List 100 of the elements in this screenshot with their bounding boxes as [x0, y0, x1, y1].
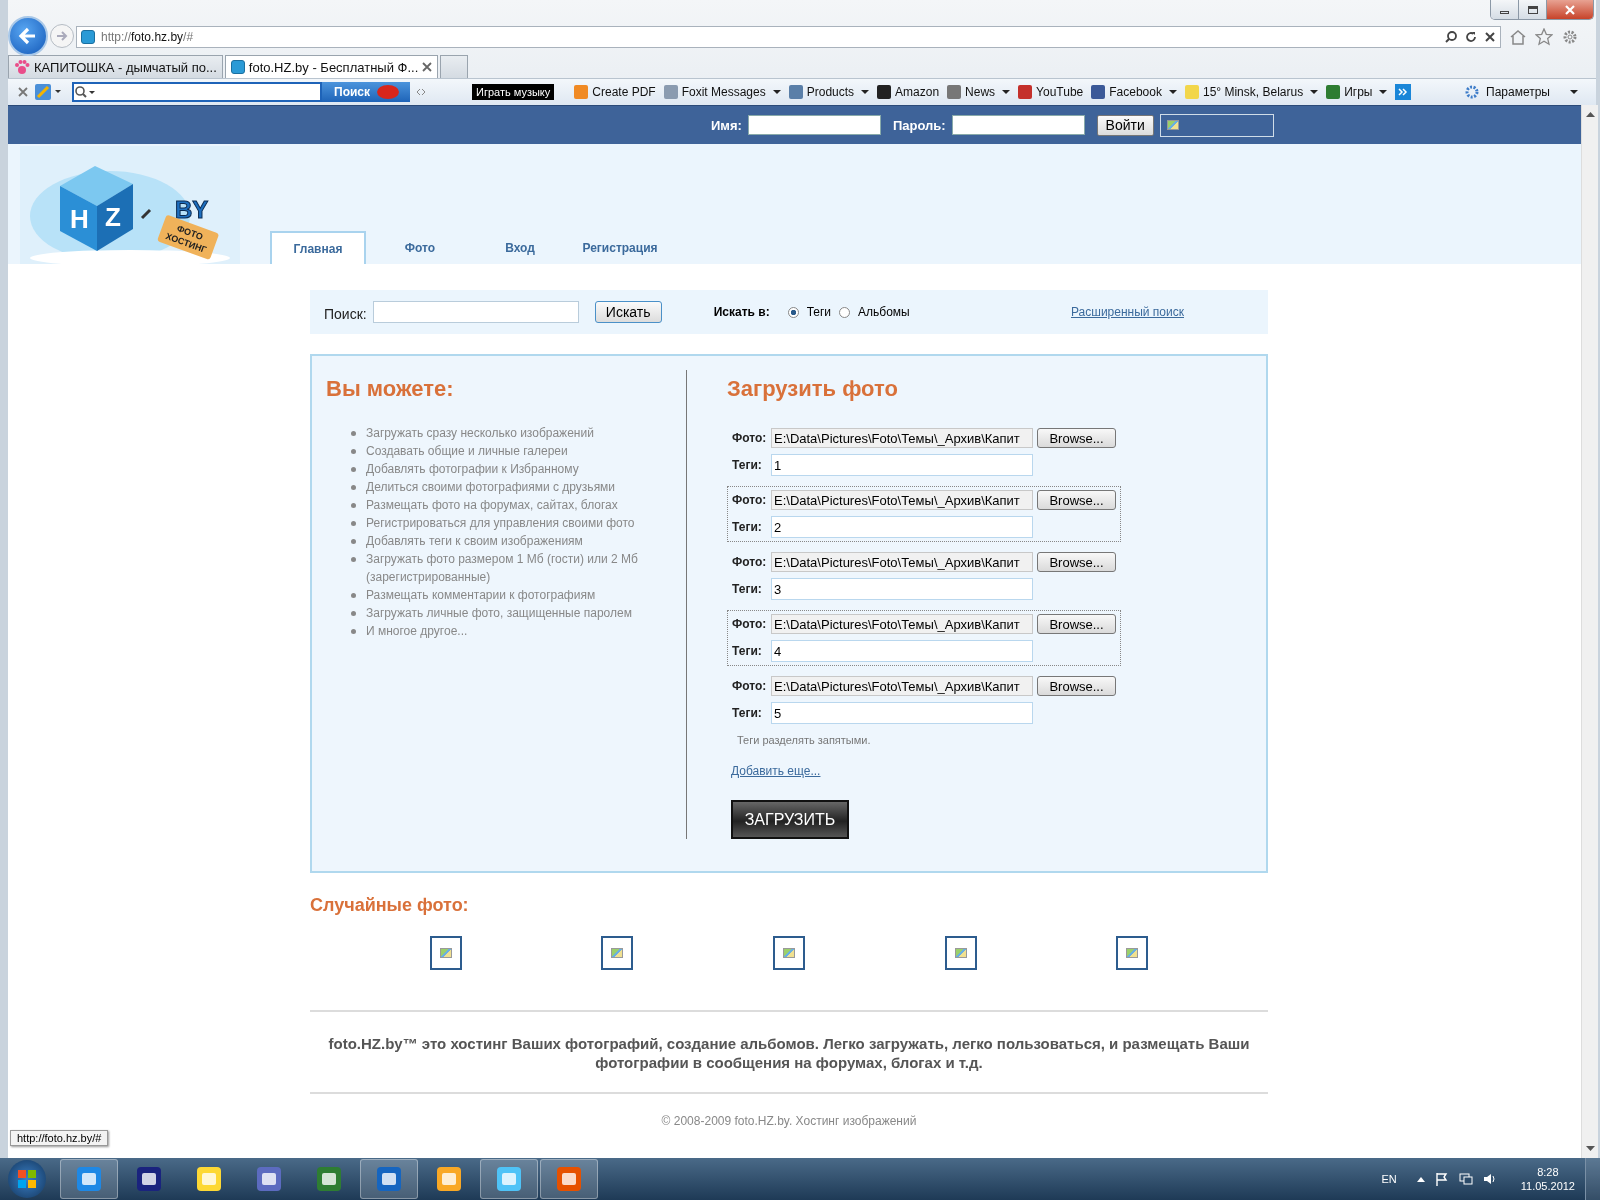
nav-tab[interactable]: Фото [370, 231, 470, 264]
bookmark-icon [574, 85, 589, 99]
tags-field[interactable]: 3 [771, 578, 1033, 600]
name-label: Имя: [711, 117, 742, 133]
taskbar-button[interactable] [540, 1159, 598, 1199]
start-button[interactable] [8, 1160, 46, 1198]
photo-thumbnail[interactable] [1116, 936, 1149, 970]
minimize-button[interactable] [1491, 0, 1519, 19]
caret-icon [1570, 90, 1578, 94]
file-path-field[interactable]: E:\Data\Pictures\Foto\Темы\_Архив\Капит [771, 428, 1033, 448]
toolbar-search-button[interactable]: Поиск [322, 82, 410, 102]
browser-tab[interactable]: КАПИТОШКА - дымчатый по... [8, 55, 223, 78]
more-items-button[interactable] [1395, 84, 1412, 100]
show-desktop-button[interactable] [1585, 1158, 1600, 1200]
scrollbar[interactable] [1581, 105, 1598, 1158]
photo-thumbnail[interactable] [773, 936, 805, 970]
search-field[interactable] [372, 301, 579, 323]
radio-button[interactable] [839, 306, 851, 318]
browse-button[interactable]: Browse... [1037, 490, 1116, 510]
toolbar-item[interactable]: Amazon [877, 85, 940, 99]
toolbar-search-field[interactable] [72, 82, 322, 102]
photo-label: Фото: [732, 555, 767, 569]
toolbar-item[interactable]: YouTube [1018, 85, 1084, 99]
settings-menu[interactable]: Параметры [1464, 84, 1578, 100]
browse-button[interactable]: Browse... [1037, 614, 1116, 634]
photo-thumbnail[interactable] [429, 936, 462, 970]
tags-field[interactable]: 5 [771, 702, 1033, 724]
toolbar-item[interactable]: Create PDF [574, 85, 656, 99]
tags-field[interactable]: 4 [771, 640, 1033, 662]
address-bar[interactable]: http://foto.hz.by/# [76, 26, 1501, 48]
toolbar-item[interactable]: Игры [1326, 85, 1388, 99]
toolbar-item[interactable]: Foxit Messages [663, 85, 781, 99]
browse-button[interactable]: Browse... [1037, 428, 1116, 448]
search-button[interactable]: Искать [594, 301, 662, 323]
photo-label: Фото: [732, 679, 767, 693]
bullet-icon [351, 521, 356, 526]
nav-tab[interactable]: Вход [470, 231, 570, 264]
name-field[interactable] [747, 115, 881, 135]
site-favicon-icon [81, 30, 95, 44]
taskbar-button[interactable] [360, 1159, 418, 1199]
radio-button[interactable] [787, 306, 799, 318]
search-scope-option[interactable]: Альбомы [839, 305, 910, 319]
login-button[interactable]: Войти [1096, 114, 1154, 136]
back-button[interactable] [8, 16, 48, 56]
browse-button[interactable]: Browse... [1037, 676, 1116, 696]
network-icon[interactable] [1458, 1172, 1473, 1186]
nav-tab[interactable]: Регистрация [570, 231, 670, 264]
file-path-field[interactable]: E:\Data\Pictures\Foto\Темы\_Архив\Капит [771, 614, 1033, 634]
toolbar-item[interactable]: Facebook [1091, 85, 1177, 99]
close-tab-icon[interactable] [422, 62, 433, 72]
caret-icon[interactable] [1379, 90, 1388, 94]
tags-field[interactable]: 1 [771, 454, 1033, 476]
search-scope-option[interactable]: Теги [787, 305, 832, 319]
volume-icon[interactable] [1482, 1172, 1497, 1186]
caret-icon[interactable] [772, 90, 781, 94]
file-path-field[interactable]: E:\Data\Pictures\Foto\Темы\_Архив\Капит [771, 490, 1033, 510]
scroll-up-icon[interactable] [1585, 111, 1595, 117]
search-icon[interactable] [1444, 30, 1458, 44]
flag-icon[interactable] [1434, 1172, 1449, 1186]
star-icon[interactable] [1535, 28, 1553, 46]
url-text: http://foto.hz.by/# [101, 30, 195, 44]
scroll-down-icon[interactable] [1585, 1146, 1595, 1152]
taskbar-button[interactable] [480, 1159, 538, 1199]
toolbar-grip-icon[interactable] [416, 87, 426, 97]
toolbar-item[interactable]: Products [788, 85, 870, 99]
browser-tab[interactable]: foto.HZ.by - Бесплатный Ф... [224, 55, 439, 78]
upload-button[interactable]: ЗАГРУЗИТЬ [731, 800, 849, 839]
language-indicator[interactable]: EN [1381, 1173, 1397, 1185]
maximize-button[interactable] [1519, 0, 1547, 19]
file-path-field[interactable]: E:\Data\Pictures\Foto\Темы\_Архив\Капит [771, 676, 1033, 696]
caret-icon[interactable] [1168, 90, 1177, 94]
close-icon[interactable] [1484, 31, 1496, 43]
toolbar-item[interactable]: 15° Minsk, Belarus [1184, 85, 1319, 99]
file-path-field[interactable]: E:\Data\Pictures\Foto\Темы\_Архив\Капит [771, 552, 1033, 572]
taskbar-button[interactable] [60, 1159, 118, 1199]
nav-tab[interactable]: Главная [270, 231, 366, 264]
pencil-icon[interactable] [34, 83, 62, 101]
add-more-link[interactable]: Добавить еще... [731, 764, 821, 778]
bullet-icon [351, 629, 356, 634]
caret-icon[interactable] [1310, 90, 1319, 94]
photo-label: Фото: [732, 431, 767, 445]
browse-button[interactable]: Browse... [1037, 552, 1116, 572]
feature-item: Загружать личные фото, защищенные паролем [366, 605, 632, 622]
caret-icon[interactable] [861, 90, 870, 94]
tags-field[interactable]: 2 [771, 516, 1033, 538]
home-icon[interactable] [1509, 28, 1527, 46]
photo-thumbnail[interactable] [944, 936, 977, 970]
caret-icon[interactable] [1002, 90, 1011, 94]
photo-thumbnail[interactable] [601, 936, 634, 970]
play-music-button[interactable]: Играть музыку [472, 84, 555, 100]
bookmark-icon [877, 85, 892, 99]
password-field[interactable] [951, 115, 1085, 135]
toolbar-item[interactable]: News [947, 85, 1011, 99]
settings-icon[interactable] [1561, 28, 1579, 46]
close-window-button[interactable] [1547, 0, 1593, 19]
clock[interactable]: 8:28 11.05.2012 [1520, 1165, 1575, 1193]
advanced-search-link[interactable]: Расширенный поиск [1071, 305, 1184, 319]
refresh-icon[interactable] [1464, 30, 1478, 44]
show-hidden-icons-icon[interactable] [1416, 1176, 1425, 1182]
feature-item: Добавлять фотографии к Избранному [366, 461, 579, 478]
